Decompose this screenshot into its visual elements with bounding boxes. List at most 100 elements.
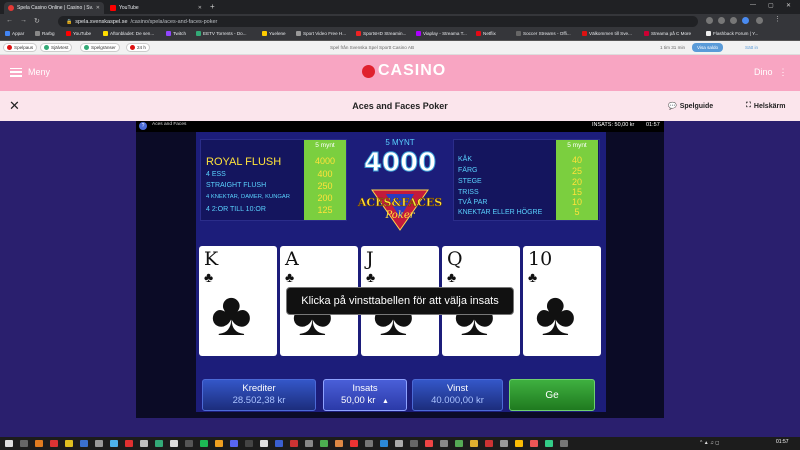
- close-window-icon[interactable]: ✕: [786, 2, 791, 9]
- bookmark-item[interactable]: YouTube: [66, 31, 91, 36]
- app-icon[interactable]: [440, 440, 448, 447]
- app-icon[interactable]: [230, 440, 238, 447]
- url-field[interactable]: 🔒 spela.svenskaspel.se/casino/spela/aces…: [58, 16, 698, 27]
- app-icon[interactable]: [545, 440, 553, 447]
- app-icon[interactable]: [455, 440, 463, 447]
- paytable-row-value: 400: [317, 169, 333, 179]
- minimize-icon[interactable]: —: [750, 2, 756, 8]
- username: Dino: [754, 67, 773, 77]
- app-icon[interactable]: [380, 440, 388, 447]
- app-icon[interactable]: [320, 440, 328, 447]
- show-balance-button[interactable]: Visa saldo: [692, 43, 724, 52]
- help-icon[interactable]: ?: [139, 122, 147, 130]
- app-icon[interactable]: [80, 440, 88, 447]
- app-icon[interactable]: [95, 440, 103, 447]
- app-icon[interactable]: [110, 440, 118, 447]
- app-icon[interactable]: [470, 440, 478, 447]
- app-icon[interactable]: [365, 440, 373, 447]
- extension-icon[interactable]: [742, 17, 749, 24]
- app-icon[interactable]: [410, 440, 418, 447]
- app-icon[interactable]: [125, 440, 133, 447]
- bookmark-item[interactable]: SportsHD Streamin...: [356, 31, 406, 36]
- bookmark-item[interactable]: Viaplay - Streama T...: [416, 31, 467, 36]
- new-tab-button[interactable]: +: [210, 2, 215, 11]
- app-icon[interactable]: [335, 440, 343, 447]
- app-icon[interactable]: [500, 440, 508, 447]
- paytable-row-label: KÅK: [458, 156, 473, 163]
- bookmark-item[interactable]: Streama på C More: [644, 31, 691, 36]
- extension-icon[interactable]: [706, 17, 713, 24]
- game-top-bar: [136, 121, 664, 132]
- bookmark-item[interactable]: Soccer Streams - Offi...: [516, 31, 571, 36]
- paytable-row-label: 4 ESS: [206, 171, 226, 178]
- casino-logo[interactable]: CASINO: [362, 62, 446, 80]
- app-icon[interactable]: [425, 440, 433, 447]
- paytable-row-label: TVÅ PAR: [458, 199, 488, 206]
- back-icon[interactable]: ←: [6, 17, 13, 24]
- sjalvtest-button[interactable]: Självtest: [40, 43, 73, 52]
- user-menu[interactable]: Dino ⋮: [754, 67, 788, 77]
- app-icon[interactable]: [50, 440, 58, 447]
- extension-icon[interactable]: [730, 17, 737, 24]
- app-icon[interactable]: [155, 440, 163, 447]
- bookmark-item[interactable]: Netflix: [476, 31, 496, 36]
- taskbar-clock: 01:57: [776, 439, 789, 445]
- search-icon[interactable]: [20, 440, 28, 447]
- bookmark-item[interactable]: Aftonbladet: De sen...: [103, 31, 154, 36]
- app-icon[interactable]: [140, 440, 148, 447]
- close-tab-icon[interactable]: ✕: [198, 5, 202, 11]
- spotify-icon[interactable]: [200, 440, 208, 447]
- browser-tab[interactable]: YouTube ✕: [106, 2, 206, 14]
- profile-avatar[interactable]: [756, 17, 763, 24]
- bet-button[interactable]: Insats 50,00 kr ▲: [323, 379, 407, 411]
- app-icon[interactable]: [395, 440, 403, 447]
- paytable-header: 5 mynt: [567, 142, 587, 149]
- browser-menu-icon[interactable]: ⋮: [774, 15, 781, 23]
- browser-tab[interactable]: Spela Casino Online | Casino | Sv... ✕: [4, 2, 104, 14]
- 24h-button[interactable]: 24 h: [126, 43, 150, 52]
- app-icon[interactable]: [485, 440, 493, 447]
- chrome-icon[interactable]: [515, 440, 523, 447]
- bookmark-item[interactable]: Rarbg: [35, 31, 55, 36]
- bet-label: Insats: [352, 383, 378, 394]
- app-icon[interactable]: [275, 440, 283, 447]
- maximize-icon[interactable]: ▢: [768, 2, 774, 9]
- bookmark-item[interactable]: EETV Torrents - Do...: [196, 31, 247, 36]
- windows-start-icon[interactable]: [5, 440, 13, 447]
- app-icon[interactable]: [305, 440, 313, 447]
- deal-button[interactable]: Ge: [509, 379, 595, 411]
- app-icon[interactable]: [35, 440, 43, 447]
- app-icon[interactable]: [170, 440, 178, 447]
- playing-card[interactable]: K ♣ ♣: [199, 246, 277, 356]
- system-tray[interactable]: ^ ▲ ♫ ◻: [700, 440, 719, 446]
- app-icon[interactable]: [260, 440, 268, 447]
- bookmark-item[interactable]: Twitch: [166, 31, 186, 36]
- bookmark-item[interactable]: Appar: [5, 31, 24, 36]
- bookmark-item[interactable]: Sport Video Free H...: [296, 31, 346, 36]
- spelguide-button[interactable]: 💬 Spelguide: [668, 102, 713, 111]
- extension-icon[interactable]: [718, 17, 725, 24]
- forward-icon[interactable]: →: [20, 17, 27, 24]
- spelpaus-button[interactable]: Spelpaus: [3, 43, 38, 52]
- reload-icon[interactable]: ↻: [34, 17, 40, 25]
- app-icon[interactable]: [185, 440, 193, 447]
- app-icon[interactable]: [530, 440, 538, 447]
- menu-button[interactable]: Meny: [10, 67, 50, 77]
- bookmark-item[interactable]: Yuelene: [262, 31, 286, 36]
- playing-card[interactable]: 10 ♣ ♣: [523, 246, 601, 356]
- spelgranser-button[interactable]: Spelgränser: [80, 43, 120, 52]
- paytable-row-value: 40: [571, 155, 582, 165]
- close-tab-icon[interactable]: ✕: [96, 5, 100, 11]
- bookmark-item[interactable]: Flashback Forum | Y...: [706, 31, 758, 36]
- fullscreen-button[interactable]: ⛶ Helskärm: [746, 102, 785, 110]
- paytable-row-value: 4000: [314, 156, 336, 166]
- app-icon[interactable]: [215, 440, 223, 447]
- file-explorer-icon[interactable]: [65, 440, 73, 447]
- close-game-icon[interactable]: ✕: [9, 98, 20, 114]
- app-icon[interactable]: [560, 440, 568, 447]
- bookmark-item[interactable]: Välkommen till Sve...: [582, 31, 632, 36]
- deposit-link[interactable]: Sätt in: [745, 45, 758, 50]
- app-icon[interactable]: [290, 440, 298, 447]
- app-icon[interactable]: [350, 440, 358, 447]
- app-icon[interactable]: [245, 440, 253, 447]
